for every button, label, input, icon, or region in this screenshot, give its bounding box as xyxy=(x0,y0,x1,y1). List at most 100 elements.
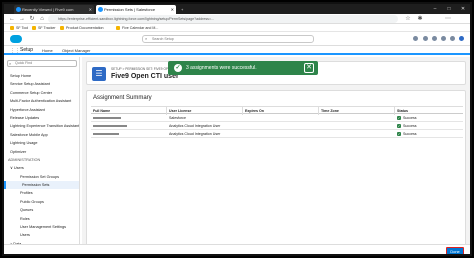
browser-tab-label: Recently Viewed | Five9 com xyxy=(22,7,74,12)
toast-close-button[interactable]: ✕ xyxy=(304,63,314,73)
status-text: Success xyxy=(403,132,417,136)
app-launcher-icon[interactable]: ⋮⋮ xyxy=(10,48,20,54)
quick-find-input[interactable]: ⌕ Quick Find xyxy=(7,60,77,67)
sidebar-item[interactable]: Permission Sets xyxy=(4,181,79,190)
browser-address-bar: ← → ↻ ⌂ https://enterprise-efficient-san… xyxy=(4,14,470,24)
sidebar-item[interactable]: Profiles xyxy=(4,189,79,197)
sidebar-item[interactable]: Public Groups xyxy=(4,198,79,206)
reload-icon[interactable]: ↻ xyxy=(28,15,36,23)
tab-home[interactable]: Home xyxy=(38,46,57,55)
bookmark-item[interactable]: SF Tool xyxy=(10,25,28,31)
cell-status: ✓ Success xyxy=(395,130,463,138)
close-tab-icon[interactable]: ✕ xyxy=(171,5,174,14)
sidebar-item[interactable]: Users xyxy=(4,231,79,239)
sidebar-item[interactable]: Commerce Setup Center xyxy=(4,89,79,97)
cell-status: ✓ Success xyxy=(395,114,463,122)
browser-tab-permission-sets[interactable]: Permission Sets | Salesforce ✕ xyxy=(96,5,176,14)
sidebar-item[interactable]: ∨ Users xyxy=(4,164,79,172)
user-avatar[interactable] xyxy=(459,36,464,41)
sidebar-item[interactable]: Setup Home xyxy=(4,72,79,80)
sidebar-menu-list: Setup Home Service Setup Assistant Commerc… xyxy=(4,72,79,248)
header-utility-icons xyxy=(410,36,464,42)
salesforce-favicon-icon xyxy=(16,7,21,12)
sidebar-item[interactable]: Hyperforce Assistant xyxy=(4,106,79,114)
star-bookmark-icon[interactable]: ☆ xyxy=(404,15,412,23)
screenshot-frame: Recently Viewed | Five9 com ✕ Permission… xyxy=(2,2,472,256)
sidebar-item[interactable]: Lightning Usage xyxy=(4,139,79,147)
assignment-summary-table: Full Name User License Expires On Time Z… xyxy=(91,106,463,138)
bookmark-icon xyxy=(32,26,36,30)
url-text: https://enterprise-efficient-sandbox.lig… xyxy=(58,17,215,21)
status-text: Success xyxy=(403,124,417,128)
bookmark-icon xyxy=(116,26,120,30)
status-text: Success xyxy=(403,116,417,120)
browser-tab-recently-viewed[interactable]: Recently Viewed | Five9 com ✕ xyxy=(14,5,94,14)
table-row: Salesforce ✓ Success xyxy=(91,114,463,122)
toast-message: 3 assignments were successful. xyxy=(186,65,257,71)
main-content: ☰ SETUP > PERMISSION SET: FIVE9 OPEN CTI… xyxy=(82,57,470,254)
setup-sidebar: ⌕ Quick Find Setup Home Service Setup Ass… xyxy=(4,57,80,254)
sidebar-item[interactable]: Multi-Factor Authentication Assistant xyxy=(4,97,79,105)
new-tab-button[interactable]: + xyxy=(178,5,188,14)
extensions-icon[interactable]: ✱ xyxy=(416,15,424,23)
redacted-name-bar xyxy=(93,125,127,128)
help-icon[interactable] xyxy=(431,36,437,41)
notifications-bell-icon[interactable] xyxy=(449,36,455,41)
setup-search-placeholder: Search Setup xyxy=(152,37,174,41)
forward-arrow-icon[interactable]: → xyxy=(18,15,26,23)
home-icon[interactable]: ⌂ xyxy=(38,15,46,23)
back-arrow-icon[interactable]: ← xyxy=(8,15,16,23)
assignment-summary-title: Assignment Summary xyxy=(93,95,152,101)
sidebar-item[interactable]: Optimizer xyxy=(4,148,79,156)
table-body: Salesforce ✓ Success Analytics Cloud Integr… xyxy=(91,114,463,138)
url-field[interactable]: https://enterprise-efficient-sandbox.lig… xyxy=(48,15,398,23)
minimize-window-icon[interactable]: – xyxy=(428,4,442,14)
page-footer: Done xyxy=(4,244,470,254)
search-icon: ⌕ xyxy=(9,61,12,66)
quick-find-placeholder: Quick Find xyxy=(15,61,33,65)
salesforce-logo-icon[interactable] xyxy=(10,35,22,43)
sidebar-item[interactable]: Permission Set Groups xyxy=(4,173,79,181)
bookmark-item[interactable]: SF Tracker xyxy=(32,25,56,31)
favorites-star-icon[interactable] xyxy=(413,36,419,41)
done-button[interactable]: Done xyxy=(446,247,464,254)
assignment-summary-card: Assignment Summary Full Name User Licens… xyxy=(86,90,466,253)
tab-object-manager[interactable]: Object Manager xyxy=(58,46,94,55)
sidebar-item[interactable]: User Management Settings xyxy=(4,223,79,231)
cell-full-name-redacted xyxy=(91,122,167,130)
sidebar-item[interactable]: Salesforce Mobile App xyxy=(4,131,79,139)
sidebar-item[interactable]: Roles xyxy=(4,215,79,223)
permission-set-icon: ☰ xyxy=(92,67,106,81)
browser-menu-icon[interactable]: ⋯ xyxy=(444,15,452,23)
sidebar-item[interactable]: Lightning Experience Transition Assistan… xyxy=(4,122,79,130)
setup-nav-bar: ⋮⋮ Setup Home Object Manager xyxy=(4,46,470,55)
cell-status: ✓ Success xyxy=(395,122,463,130)
table-row: Analytics Cloud Integration User ✓ Success xyxy=(91,122,463,130)
success-check-icon: ✓ xyxy=(397,132,401,137)
cell-user-license: Analytics Cloud Integration User xyxy=(169,132,221,136)
settings-gear-icon[interactable] xyxy=(440,36,446,41)
sidebar-item: ADMINISTRATION xyxy=(8,157,41,162)
close-tab-icon[interactable]: ✕ xyxy=(89,5,92,14)
success-check-icon: ✓ xyxy=(174,64,182,72)
bookmark-item[interactable]: Five Calendar and M... xyxy=(116,25,158,31)
app-name: Setup xyxy=(20,47,34,53)
bookmark-item[interactable]: Product Documentation xyxy=(60,25,104,31)
table-row: Analytics Cloud Integration User ✓ Success xyxy=(91,130,463,138)
sidebar-item[interactable]: Service Setup Assistant xyxy=(4,80,79,88)
maximize-window-icon[interactable]: □ xyxy=(442,4,456,14)
bookmark-icon xyxy=(10,26,14,30)
sidebar-item[interactable]: Queues xyxy=(4,206,79,214)
browser-tab-label: Permission Sets | Salesforce xyxy=(104,7,156,12)
browser-tab-bar: Recently Viewed | Five9 com ✕ Permission… xyxy=(4,4,470,14)
success-toast: ✓ 3 assignments were successful. ✕ xyxy=(168,61,318,75)
setup-search-input[interactable]: ⌕ Search Setup xyxy=(142,35,314,43)
close-window-icon[interactable]: ✕ xyxy=(456,4,470,14)
bookmarks-bar: SF Tool SF Tracker Product Documentation… xyxy=(4,24,470,32)
bookmark-icon xyxy=(60,26,64,30)
cell-user-license: Analytics Cloud Integration User xyxy=(169,124,221,128)
success-check-icon: ✓ xyxy=(397,124,401,129)
global-actions-icon[interactable] xyxy=(422,36,428,41)
sidebar-item[interactable]: Release Updates xyxy=(4,114,79,122)
redacted-name-bar xyxy=(93,133,119,136)
